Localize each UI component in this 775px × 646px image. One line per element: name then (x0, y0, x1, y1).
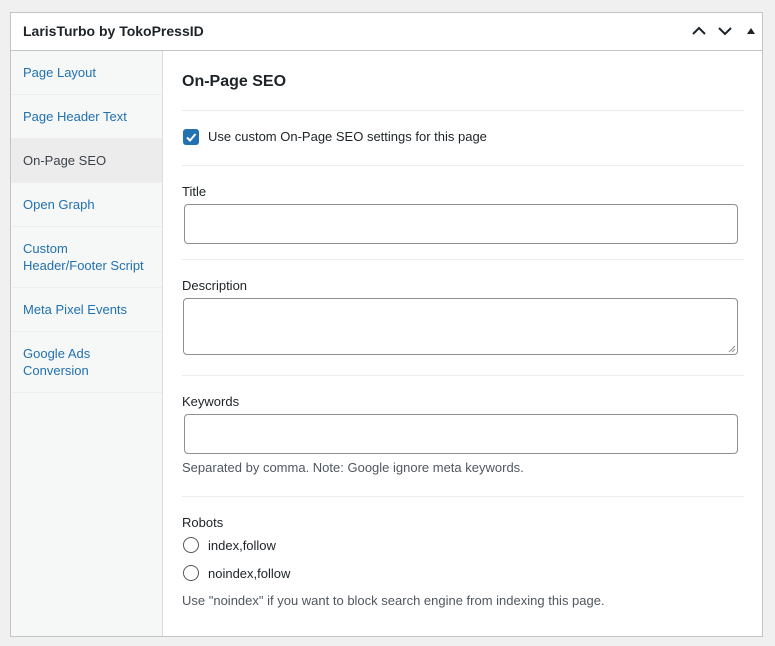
divider (182, 375, 744, 376)
sidebar-item-on-page-seo[interactable]: On-Page SEO (11, 139, 162, 183)
use-custom-seo-label[interactable]: Use custom On-Page SEO settings for this… (208, 129, 487, 144)
keywords-input[interactable] (184, 414, 738, 454)
use-custom-seo-checkbox[interactable] (183, 129, 199, 145)
sidebar-tabs: Page Layout Page Header Text On-Page SEO… (11, 51, 162, 393)
metabox-header: LarisTurbo by TokoPressID (11, 13, 762, 51)
sidebar-item-page-layout[interactable]: Page Layout (11, 51, 162, 95)
robots-label: Robots (182, 515, 224, 530)
metabox-title: LarisTurbo by TokoPressID (23, 23, 204, 39)
title-label: Title (182, 184, 207, 199)
divider (182, 259, 744, 260)
chevron-down-icon (718, 27, 732, 36)
toggle-panel-button[interactable] (739, 19, 763, 43)
sidebar-item-open-graph[interactable]: Open Graph (11, 183, 162, 227)
description-label: Description (182, 278, 248, 293)
robots-radio-index-follow[interactable] (183, 537, 199, 553)
metabox: LarisTurbo by TokoPressID Page Layout Pa… (10, 12, 763, 637)
checkmark-icon (186, 133, 197, 142)
move-down-button[interactable] (713, 19, 737, 43)
robots-option-index-follow-label[interactable]: index,follow (208, 538, 276, 553)
sidebar-item-custom-header-footer-script[interactable]: Custom Header/Footer Script (11, 227, 162, 288)
triangle-up-icon (747, 28, 755, 34)
move-up-button[interactable] (687, 19, 711, 43)
keywords-help-text: Separated by comma. Note: Google ignore … (182, 460, 524, 475)
title-input[interactable] (184, 204, 738, 244)
resize-handle-icon[interactable] (728, 345, 736, 353)
divider (182, 110, 744, 111)
sidebar-item-page-header-text[interactable]: Page Header Text (11, 95, 162, 139)
divider (182, 496, 744, 497)
sidebar: Page Layout Page Header Text On-Page SEO… (11, 51, 163, 636)
divider (182, 165, 744, 166)
robots-radio-noindex-follow[interactable] (183, 565, 199, 581)
section-title: On-Page SEO (182, 73, 287, 90)
robots-help-text: Use "noindex" if you want to block searc… (182, 593, 605, 608)
chevron-up-icon (692, 26, 706, 35)
keywords-label: Keywords (182, 394, 240, 409)
sidebar-item-google-ads-conversion[interactable]: Google Ads Conversion (11, 332, 162, 392)
description-textarea[interactable] (183, 298, 738, 355)
sidebar-item-meta-pixel-events[interactable]: Meta Pixel Events (11, 288, 162, 332)
robots-option-noindex-follow-label[interactable]: noindex,follow (208, 566, 290, 581)
